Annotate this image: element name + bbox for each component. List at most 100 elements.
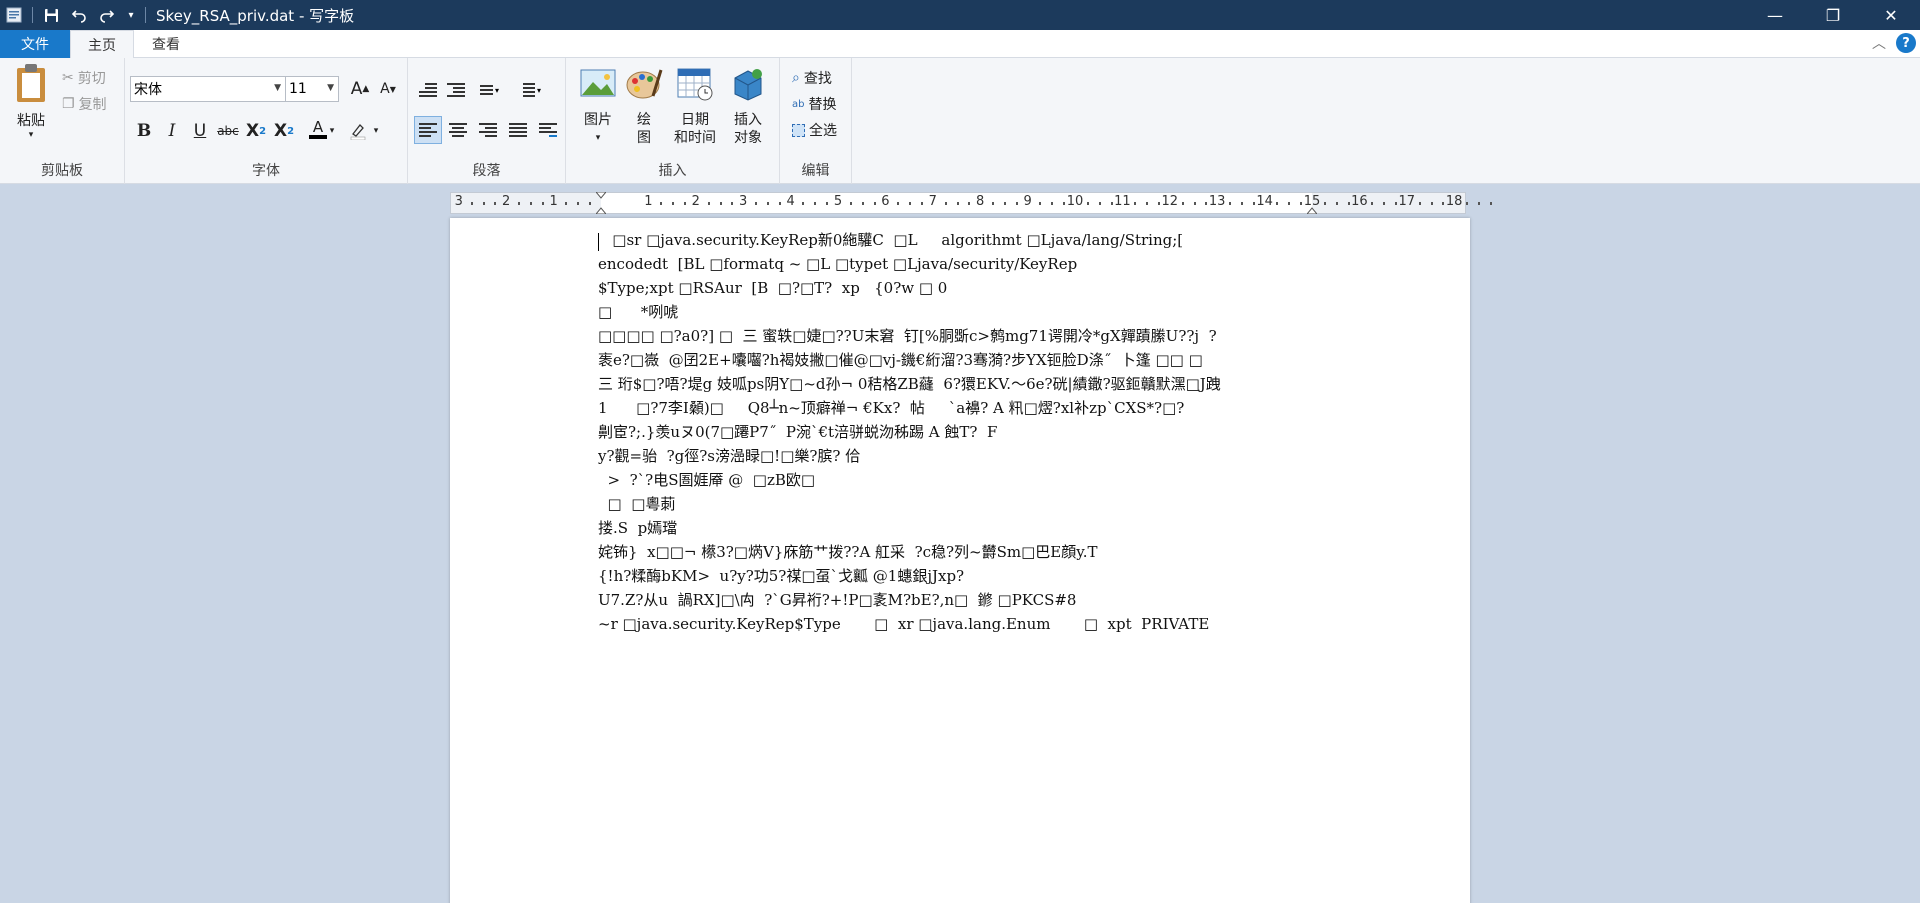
shrink-font-button[interactable]: A ▼ xyxy=(375,76,401,102)
separator xyxy=(32,7,33,23)
collapse-ribbon-icon[interactable]: ︿ xyxy=(1872,33,1886,53)
grow-font-button[interactable]: A ▲ xyxy=(347,76,373,102)
document-text[interactable]: □sr □java.security.KeyRep新0絁驩C □L algori… xyxy=(598,228,1338,636)
find-label: 查找 xyxy=(803,71,832,87)
tab-file[interactable]: 文件 xyxy=(0,30,70,58)
date-time-button[interactable]: 日期 和时间 xyxy=(668,66,722,147)
ruler-label: 14 xyxy=(1256,194,1273,209)
list-button[interactable]: ▾ xyxy=(470,76,504,104)
grow-font-glyph: A xyxy=(350,79,363,99)
copy-button[interactable]: ❐ 复制 xyxy=(62,94,107,114)
ruler-tick xyxy=(1003,202,1006,205)
ruler-label: 3 xyxy=(739,194,748,209)
ruler-tick xyxy=(1134,202,1137,205)
ruler-label: 12 xyxy=(1161,194,1179,209)
ruler-label: 7 xyxy=(928,194,937,209)
cut-button[interactable]: ✂ 剪切 xyxy=(62,68,106,88)
increase-indent-button[interactable] xyxy=(442,76,470,104)
save-icon[interactable] xyxy=(37,0,65,30)
font-size-value: 11 xyxy=(289,81,307,97)
paragraph-settings-button[interactable] xyxy=(534,116,562,144)
document-line: □ *咧唬 xyxy=(598,303,679,321)
document-line: 劓宦?;.}羡uヌ0(7□蹮P7˝ P涴`€t涪骈蜕沕秭踢 A 蝕T? F xyxy=(598,423,998,441)
first-line-indent-marker[interactable] xyxy=(596,192,606,200)
ruler-label: 13 xyxy=(1208,194,1226,209)
help-icon[interactable]: ? xyxy=(1896,33,1916,53)
paste-button[interactable]: 粘贴 ▾ xyxy=(10,64,52,150)
align-center-button[interactable] xyxy=(444,116,472,144)
justify-icon xyxy=(509,123,527,137)
font-family-select[interactable]: 宋体 ▼ xyxy=(130,76,286,102)
ruler-tick xyxy=(1086,202,1089,205)
strikethrough-button[interactable]: abc xyxy=(215,118,241,144)
paint-label-2: 图 xyxy=(637,130,651,146)
shrink-arrow-icon: ▼ xyxy=(389,84,396,94)
restore-button[interactable]: ❐ xyxy=(1804,0,1862,30)
cut-label: 剪切 xyxy=(77,71,106,87)
ruler-tick xyxy=(920,202,923,205)
subscript-mark: 2 xyxy=(259,125,267,137)
ribbon-right-icons: ︿ ? xyxy=(1872,33,1916,53)
document-line: ~r □java.security.KeyRep$Type □ xr □java… xyxy=(598,615,1210,633)
paragraph-icon xyxy=(539,123,557,137)
replace-button[interactable]: ab 替换 xyxy=(792,94,836,114)
ruler-tick xyxy=(1489,202,1492,205)
insert-group: 图片 ▾ 绘 图 日期 和时间 插入 对象 插入 xyxy=(566,58,780,184)
font-size-select[interactable]: 11 ▼ xyxy=(285,76,339,102)
align-left-button[interactable] xyxy=(414,116,442,144)
decrease-indent-button[interactable] xyxy=(414,76,442,104)
ruler-tick xyxy=(992,202,995,205)
ruler-tick xyxy=(1323,202,1326,205)
ruler-tick xyxy=(1146,202,1149,205)
close-button[interactable]: ✕ xyxy=(1862,0,1920,30)
clipboard-group: 粘贴 ▾ ✂ 剪切 ❐ 复制 剪贴板 xyxy=(0,58,125,184)
minimize-button[interactable]: — xyxy=(1746,0,1804,30)
ruler-tick xyxy=(1240,202,1243,205)
undo-icon[interactable] xyxy=(65,0,93,30)
document-line: encodedt [BL □formatq ~ □L □typet □Ljava… xyxy=(598,255,1078,273)
paste-dropdown-icon[interactable]: ▾ xyxy=(10,130,52,140)
chevron-down-icon[interactable]: ▾ xyxy=(369,118,383,144)
picture-button[interactable]: 图片 ▾ xyxy=(576,66,620,147)
select-all-button[interactable]: 全选 xyxy=(792,120,837,140)
line-spacing-button[interactable]: ▾ xyxy=(512,76,546,104)
align-right-button[interactable] xyxy=(474,116,502,144)
italic-button[interactable]: I xyxy=(159,118,185,144)
copy-icon: ❐ xyxy=(62,96,75,112)
document-page[interactable]: □sr □java.security.KeyRep新0絁驩C □L algori… xyxy=(450,218,1470,903)
tab-view[interactable]: 查看 xyxy=(140,30,192,58)
paint-drawing-button[interactable]: 绘 图 xyxy=(624,66,664,147)
chevron-down-icon: ▾ xyxy=(595,133,601,143)
document-line: 姹钸} x□□¬ 櫒3?□焫V}庥筋艹拨??A 舡采 ?c稳?列~欝Sm□巴E顔… xyxy=(598,543,1098,561)
underline-button[interactable]: U xyxy=(187,118,213,144)
ruler-tick xyxy=(766,202,769,205)
clipboard-group-label: 剪贴板 xyxy=(41,163,83,179)
ruler-tick xyxy=(577,202,580,205)
redo-icon[interactable] xyxy=(93,0,121,30)
ruler-tick xyxy=(1347,202,1350,205)
insert-object-button[interactable]: 插入 对象 xyxy=(726,66,770,147)
chevron-down-icon[interactable]: ▾ xyxy=(325,118,339,144)
superscript-button[interactable]: X2 xyxy=(271,118,297,144)
ruler-tick xyxy=(518,202,521,205)
edit-group: ⌕ 查找 ab 替换 全选 编辑 xyxy=(780,58,852,184)
ruler-tick xyxy=(1098,202,1101,205)
app-icon[interactable] xyxy=(0,0,28,30)
hanging-indent-marker[interactable] xyxy=(596,206,606,214)
ruler[interactable]: 3 2 1 1 2 3 4 5 6 7 8 9 10 11 12 13 14 15 16 17 18 xyxy=(450,192,1492,214)
highlight-button[interactable] xyxy=(345,118,371,144)
document-workspace: 3 2 1 1 2 3 4 5 6 7 8 9 10 11 12 13 14 15 16 17 18 □sr □java… xyxy=(0,184,1920,903)
document-line: □sr □java.security.KeyRep新0絁驩C □L algori… xyxy=(598,231,1184,249)
ruler-label: 4 xyxy=(786,194,795,209)
subscript-button[interactable]: X2 xyxy=(243,118,269,144)
bold-button[interactable]: B xyxy=(131,118,157,144)
justify-button[interactable] xyxy=(504,116,532,144)
find-button[interactable]: ⌕ 查找 xyxy=(792,68,832,88)
ruler-label: 6 xyxy=(881,194,890,209)
ruler-tick xyxy=(1039,202,1042,205)
tab-home[interactable]: 主页 xyxy=(70,30,134,59)
customize-toolbar-icon[interactable]: ▾ xyxy=(121,0,141,30)
document-line: {!h?糅酶bKM> u?y?功5?禖□虿`戈瓤 @1蟪銀jJxp? xyxy=(598,567,965,585)
paint-label-1: 绘 xyxy=(637,112,651,128)
paragraph-group-label: 段落 xyxy=(472,163,501,179)
